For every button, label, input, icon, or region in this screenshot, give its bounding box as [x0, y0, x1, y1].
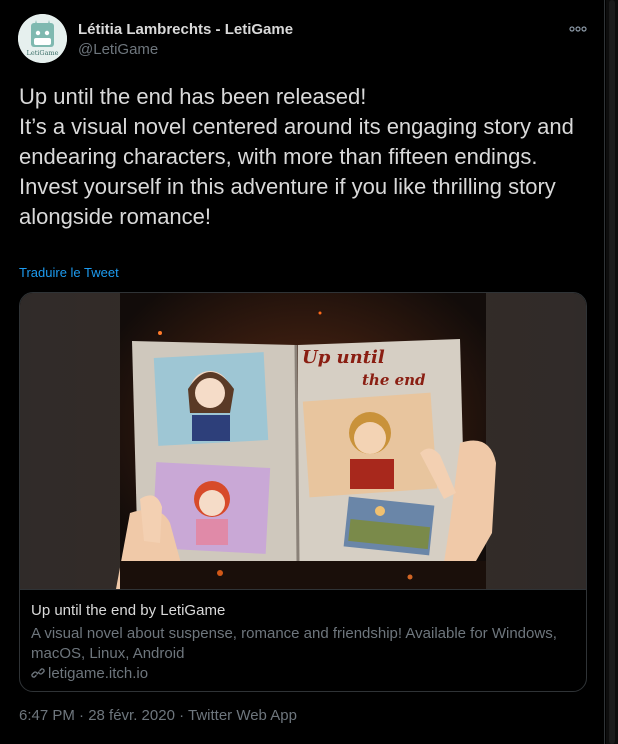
card-domain-text: letigame.itch.io	[48, 665, 149, 682]
card-image[interactable]: Up until the end	[20, 293, 586, 589]
translate-tweet-link[interactable]: Traduire le Tweet	[19, 265, 119, 280]
tweet-text: Up until the end has been released! It’s…	[19, 84, 574, 229]
tweet-container: LetiGame Létitia Lambrechts - LetiGame @…	[0, 0, 605, 744]
scrollbar[interactable]	[606, 0, 618, 744]
tweet-timestamp[interactable]: 6:47 PM · 28 févr. 2020 · Twitter Web Ap…	[19, 707, 297, 724]
avatar-label: LetiGame	[27, 49, 59, 57]
scrollbar-thumb[interactable]	[609, 0, 615, 744]
tweet-header: LetiGame Létitia Lambrechts - LetiGame @…	[18, 14, 588, 66]
card-domain[interactable]: letigame.itch.io	[31, 665, 148, 682]
more-options-icon[interactable]	[568, 22, 588, 34]
cover-title-line2: the end	[362, 371, 426, 389]
card-title[interactable]: Up until the end by LetiGame	[31, 602, 225, 619]
cover-title-line1: Up until	[302, 347, 385, 368]
display-name[interactable]: Létitia Lambrechts - LetiGame	[78, 20, 293, 39]
link-card[interactable]: Up until the end Up until the end by Let…	[19, 292, 587, 692]
avatar-logo-icon: LetiGame	[18, 14, 67, 63]
link-icon	[31, 668, 45, 678]
user-handle[interactable]: @LetiGame	[78, 40, 293, 59]
game-cover-illustration: Up until the end	[20, 293, 586, 589]
avatar[interactable]: LetiGame	[18, 14, 67, 63]
card-description: A visual novel about suspense, romance a…	[31, 625, 557, 662]
card-info[interactable]: Up until the end by LetiGame A visual no…	[20, 589, 586, 691]
